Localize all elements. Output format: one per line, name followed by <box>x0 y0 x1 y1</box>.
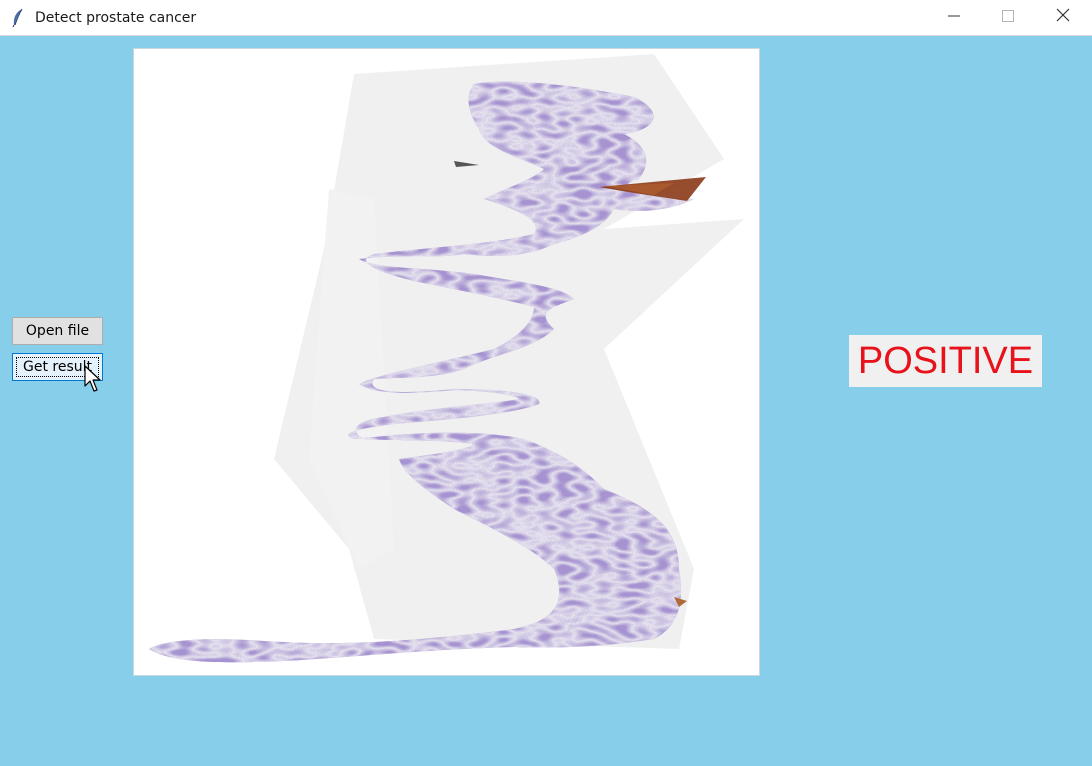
maximize-icon <box>1002 9 1014 27</box>
window-title: Detect prostate cancer <box>35 10 197 26</box>
open-file-button[interactable]: Open file <box>12 317 103 345</box>
close-button[interactable] <box>1036 0 1090 35</box>
result-text: POSITIVE <box>857 339 1034 382</box>
feather-icon <box>10 8 26 28</box>
open-file-label: Open file <box>25 323 90 339</box>
result-label: POSITIVE <box>849 335 1042 387</box>
close-icon <box>1056 8 1070 27</box>
get-result-label: Get result <box>22 359 92 375</box>
histology-slide-image <box>149 54 744 663</box>
maximize-button[interactable] <box>981 0 1035 35</box>
minimize-button[interactable] <box>927 0 981 35</box>
app-window: Detect prostate cancer Open file Get res <box>0 0 1092 766</box>
title-bar[interactable]: Detect prostate cancer <box>0 0 1092 36</box>
mouse-pointer-icon <box>84 365 102 395</box>
slide-image-panel <box>133 48 760 676</box>
minimize-icon <box>948 9 960 27</box>
